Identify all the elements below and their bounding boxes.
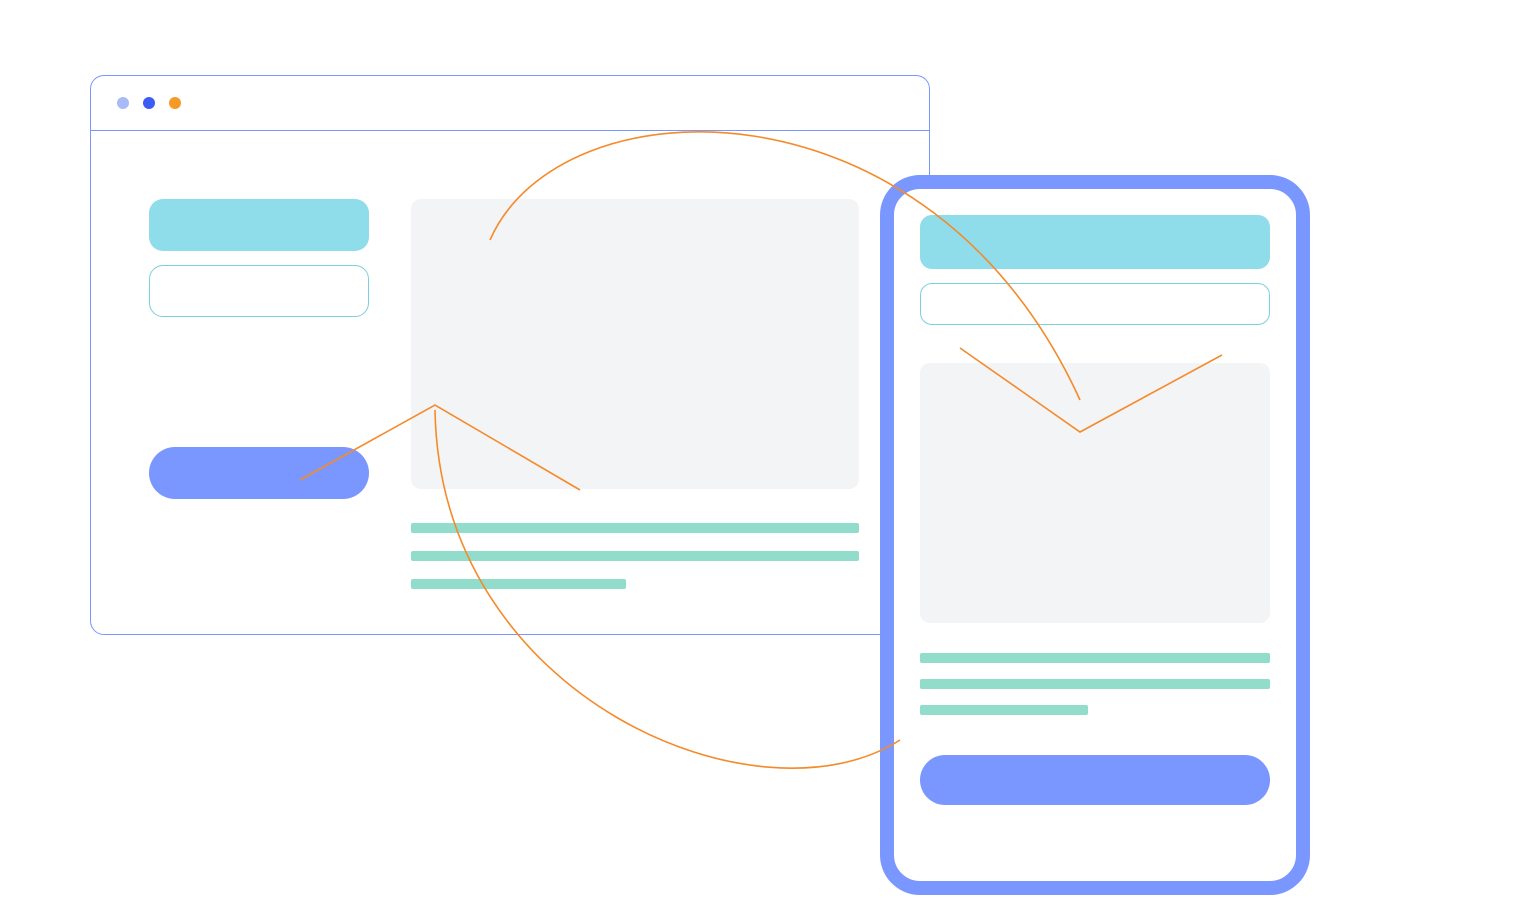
traffic-light-maximize-icon [169, 97, 181, 109]
traffic-light-minimize-icon [143, 97, 155, 109]
browser-sidebar [149, 199, 369, 499]
mobile-hero-block [920, 363, 1270, 623]
sidebar-item-outline [149, 265, 369, 317]
mobile-text-lines [920, 653, 1270, 715]
diagram-canvas [0, 0, 1540, 920]
mobile-body [894, 189, 1296, 881]
traffic-light-close-icon [117, 97, 129, 109]
mobile-cta-button [920, 755, 1270, 805]
text-line [411, 523, 859, 533]
browser-body [91, 131, 929, 634]
browser-titlebar [91, 76, 929, 131]
mobile-header-filled [920, 215, 1270, 269]
browser-hero-block [411, 199, 859, 489]
text-line [920, 679, 1270, 689]
browser-text-lines [411, 523, 859, 589]
text-line [920, 653, 1270, 663]
browser-window [90, 75, 930, 635]
text-line [411, 551, 859, 561]
mobile-header-outline [920, 283, 1270, 325]
sidebar-item-filled [149, 199, 369, 251]
mobile-device [880, 175, 1310, 895]
text-line [920, 705, 1088, 715]
text-line [411, 579, 626, 589]
browser-cta-button [149, 447, 369, 499]
